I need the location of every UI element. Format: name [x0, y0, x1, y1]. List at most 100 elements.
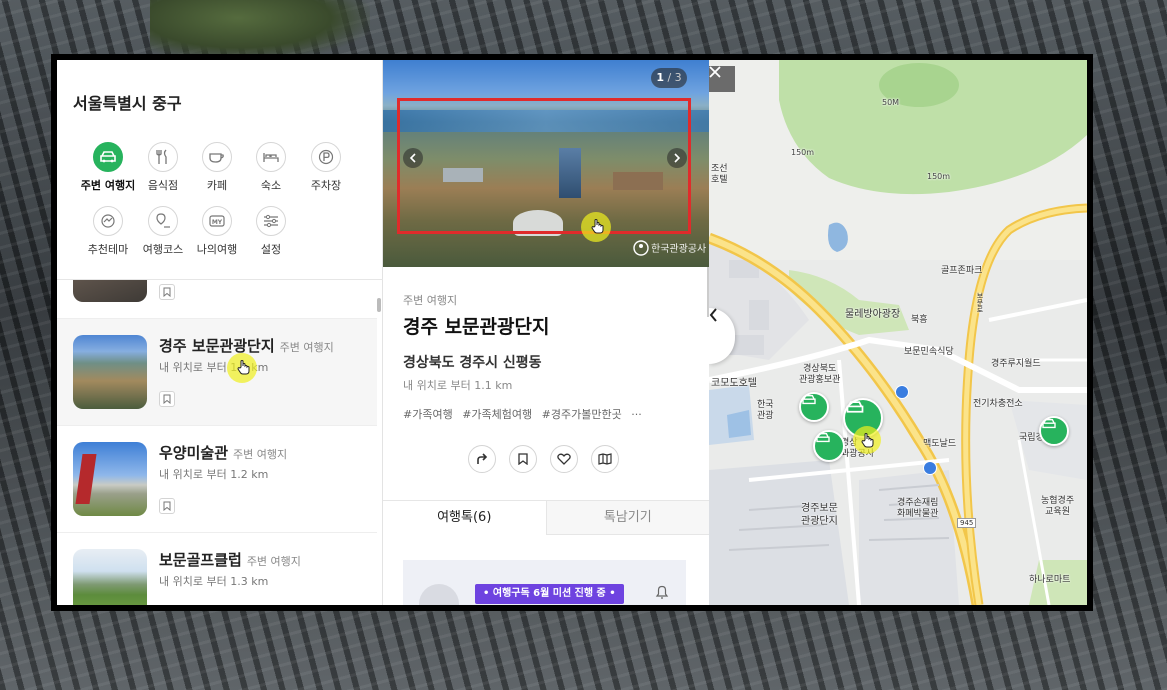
coffee-cup-icon — [202, 142, 232, 172]
image-watermark: 한국관광공사 — [651, 244, 707, 255]
map-marker-travel[interactable] — [813, 430, 845, 462]
bookmark-icon — [518, 453, 528, 465]
share-arrow-icon — [477, 453, 488, 464]
share-button[interactable] — [468, 445, 496, 473]
map-marker-travel[interactable] — [799, 392, 829, 422]
like-button[interactable] — [550, 445, 578, 473]
tab-leave-talk[interactable]: 톡남기기 — [545, 501, 709, 535]
detail-panel: 1 / 3 한국관광공사 주변 여행지 경주 보문관광단지 경상북도 경주시 신… — [383, 60, 710, 605]
tourism-logo-icon — [633, 240, 649, 256]
map-label-place: 경상북도 관광홍보관 — [799, 364, 841, 385]
category-label: 숙소 — [260, 179, 282, 192]
more-tags[interactable]: ··· — [631, 408, 642, 421]
map-label-place: 하나로마트 — [1029, 575, 1071, 585]
list-item-name: 우양미술관 주변 여행지 — [159, 442, 287, 463]
chevron-left-icon — [709, 308, 717, 322]
car-icon — [802, 395, 816, 405]
list-item-type: 주변 여행지 — [233, 448, 288, 461]
category-label: 음식점 — [147, 179, 179, 192]
list-item-distance: 내 위치로 부터 1.3 km — [159, 575, 269, 588]
category-restaurant[interactable]: 음식점 — [132, 142, 194, 193]
hero-image[interactable]: 1 / 3 한국관광공사 — [383, 60, 709, 267]
image-pager: 1 / 3 — [651, 68, 687, 88]
bus-stop-icon[interactable] — [895, 385, 909, 399]
list-item-thumbnail — [73, 442, 147, 516]
next-image-button[interactable] — [667, 148, 687, 168]
chevron-right-icon — [674, 153, 681, 163]
bed-icon — [256, 142, 286, 172]
map-label-place: 코모도호텔 — [711, 378, 757, 389]
tag[interactable]: #가족체험여행 — [462, 408, 532, 421]
category-theme[interactable]: 추천테마 — [77, 206, 139, 257]
category-parking[interactable]: 주차장 — [295, 142, 357, 193]
map-label-place: 보문민속식당 — [904, 347, 954, 357]
tab-travel-talk[interactable]: 여행톡(6) — [383, 501, 546, 535]
bookmark-icon[interactable] — [159, 391, 175, 407]
detail-title: 경주 보문관광단지 — [403, 316, 550, 338]
hand-cursor-icon — [861, 433, 874, 448]
car-icon — [1042, 419, 1056, 429]
avatar — [419, 584, 459, 605]
category-label: 여행코스 — [142, 243, 184, 256]
theme-icon — [93, 206, 123, 236]
category-my-trip[interactable]: MY 나의여행 — [186, 206, 248, 257]
car-icon — [846, 401, 864, 413]
map-label-place: 경주루지월드 — [991, 359, 1041, 369]
course-icon — [148, 206, 178, 236]
category-lodging[interactable]: 숙소 — [240, 142, 302, 193]
region-title: 서울특별시 중구 — [73, 94, 182, 113]
map-view[interactable]: 50M 150m 150m 조선 호텔 골프존파크 물레방아광장 북흥 보문민속… — [709, 60, 1087, 605]
map-label-place: 경주보문 관광단지 — [801, 503, 838, 527]
map-button[interactable] — [591, 445, 619, 473]
detail-tags: #가족여행 #가족체험여행 #경주가볼만한곳 ··· — [403, 406, 648, 422]
category-nearby[interactable]: 주변 여행지 — [77, 142, 139, 193]
promo-card[interactable]: • 여행구독 6월 미션 진행 중 • — [403, 560, 686, 605]
category-cafe[interactable]: 카페 — [186, 142, 248, 193]
category-settings[interactable]: 설정 — [240, 206, 302, 257]
category-label: 주변 여행지 — [80, 179, 136, 192]
pager-current: 1 — [656, 71, 664, 84]
road-name: 보문로 — [976, 292, 984, 313]
list-item[interactable]: 우양미술관 주변 여행지 내 위치로 부터 1.2 km — [57, 426, 377, 533]
svg-text:MY: MY — [212, 219, 223, 226]
list-item-title: 보문골프클럽 — [159, 551, 242, 569]
tag[interactable]: #가족여행 — [403, 408, 453, 421]
car-icon — [816, 433, 830, 443]
road-number: 945 — [957, 518, 977, 528]
left-panel: 서울특별시 중구 주변 여행지 음식점 카페 숙소 주차장 추천테마 여행코스 … — [57, 60, 383, 605]
list-item-thumbnail — [73, 280, 147, 302]
detail-distance: 내 위치로 부터 1.1 km — [403, 379, 513, 392]
prev-image-button[interactable] — [403, 148, 423, 168]
bookmark-icon[interactable] — [159, 498, 175, 514]
place-list: 경주 보문관광단지 주변 여행지 내 위치로 부터 1.1 km 우양미술관주변 … — [57, 280, 377, 605]
list-item-thumbnail — [73, 549, 147, 605]
map-label-elevation: 50M — [882, 98, 900, 107]
list-item[interactable] — [57, 280, 377, 319]
settings-sliders-icon — [256, 206, 286, 236]
parking-icon — [311, 142, 341, 172]
category-label: 설정 — [260, 243, 282, 256]
bookmark-button[interactable] — [509, 445, 537, 473]
map-label-elevation: 150m — [927, 172, 951, 181]
list-item-type: 주변 여행지 — [246, 555, 301, 568]
tag[interactable]: #경주가볼만한곳 — [542, 408, 622, 421]
bell-icon[interactable] — [655, 584, 669, 600]
list-item-distance: 내 위치로 부터 1.2 km — [159, 468, 269, 481]
map-label-place: 골프존파크 — [941, 266, 983, 276]
list-item[interactable]: 경주 보문관광단지 주변 여행지 내 위치로 부터 1.1 km — [57, 319, 377, 426]
hand-cursor-icon — [237, 360, 250, 375]
bookmark-icon[interactable] — [159, 284, 175, 300]
map-marker-travel[interactable] — [1039, 416, 1069, 446]
hand-cursor-icon — [591, 219, 604, 234]
detail-address: 경상북도 경주시 신평동 — [403, 355, 542, 371]
list-item-thumbnail — [73, 335, 147, 409]
map-label-place: 경주손재림 화폐박물관 — [897, 498, 939, 519]
car-icon — [93, 142, 123, 172]
list-item[interactable]: 보문골프클럽 주변 여행지 내 위치로 부터 1.3 km — [57, 533, 377, 605]
close-button[interactable] — [709, 66, 735, 92]
list-scrollbar[interactable] — [377, 298, 381, 312]
category-course[interactable]: 여행코스 — [132, 206, 194, 257]
map-canvas — [709, 60, 1087, 605]
list-item-title: 우양미술관 — [159, 444, 229, 462]
bus-stop-icon[interactable] — [923, 461, 937, 475]
